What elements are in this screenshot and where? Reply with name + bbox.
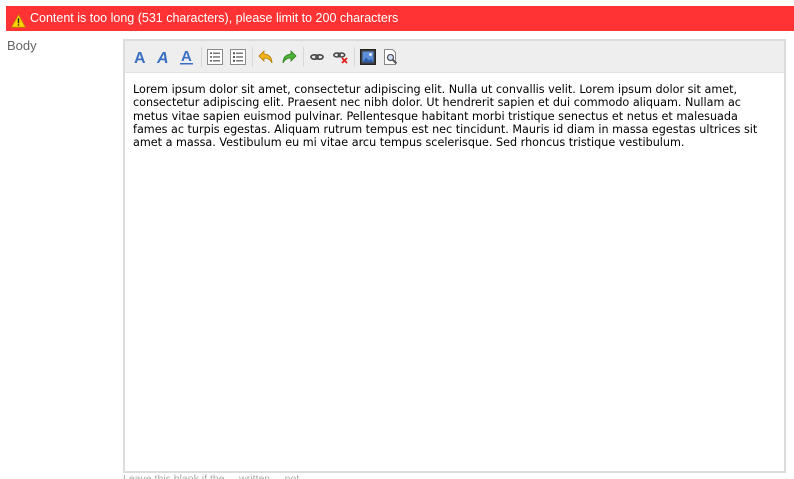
editor-content[interactable]: Lorem ipsum dolor sit amet, consectetur …	[125, 73, 784, 149]
svg-text:A: A	[134, 50, 146, 65]
link-icon[interactable]	[307, 47, 327, 67]
toolbar-separator	[201, 46, 202, 67]
rich-text-editor: A A A Lorem ipsum dolor sit amet, consec…	[123, 39, 786, 473]
preview-icon[interactable]	[381, 47, 401, 67]
error-banner: Content is too long (531 characters), pl…	[6, 6, 794, 31]
editor-toolbar: A A A	[125, 41, 784, 73]
field-hint: Leave this blank if the ... written ... …	[123, 473, 311, 479]
svg-text:A: A	[156, 50, 169, 65]
ordered-list-icon[interactable]	[205, 47, 225, 67]
svg-text:A: A	[181, 48, 192, 65]
warning-icon	[10, 12, 27, 28]
toolbar-separator	[252, 46, 253, 67]
unlink-icon[interactable]	[330, 47, 350, 67]
toolbar-separator	[354, 46, 355, 67]
bold-icon[interactable]: A	[131, 47, 151, 67]
unordered-list-icon[interactable]	[228, 47, 248, 67]
underline-icon[interactable]: A	[177, 47, 197, 67]
toolbar-separator	[303, 46, 304, 67]
error-message: Content is too long (531 characters), pl…	[30, 11, 399, 25]
image-icon[interactable]	[358, 47, 378, 67]
italic-icon[interactable]: A	[154, 47, 174, 67]
redo-icon[interactable]	[279, 47, 299, 67]
body-label: Body	[7, 38, 37, 53]
undo-icon[interactable]	[256, 47, 276, 67]
